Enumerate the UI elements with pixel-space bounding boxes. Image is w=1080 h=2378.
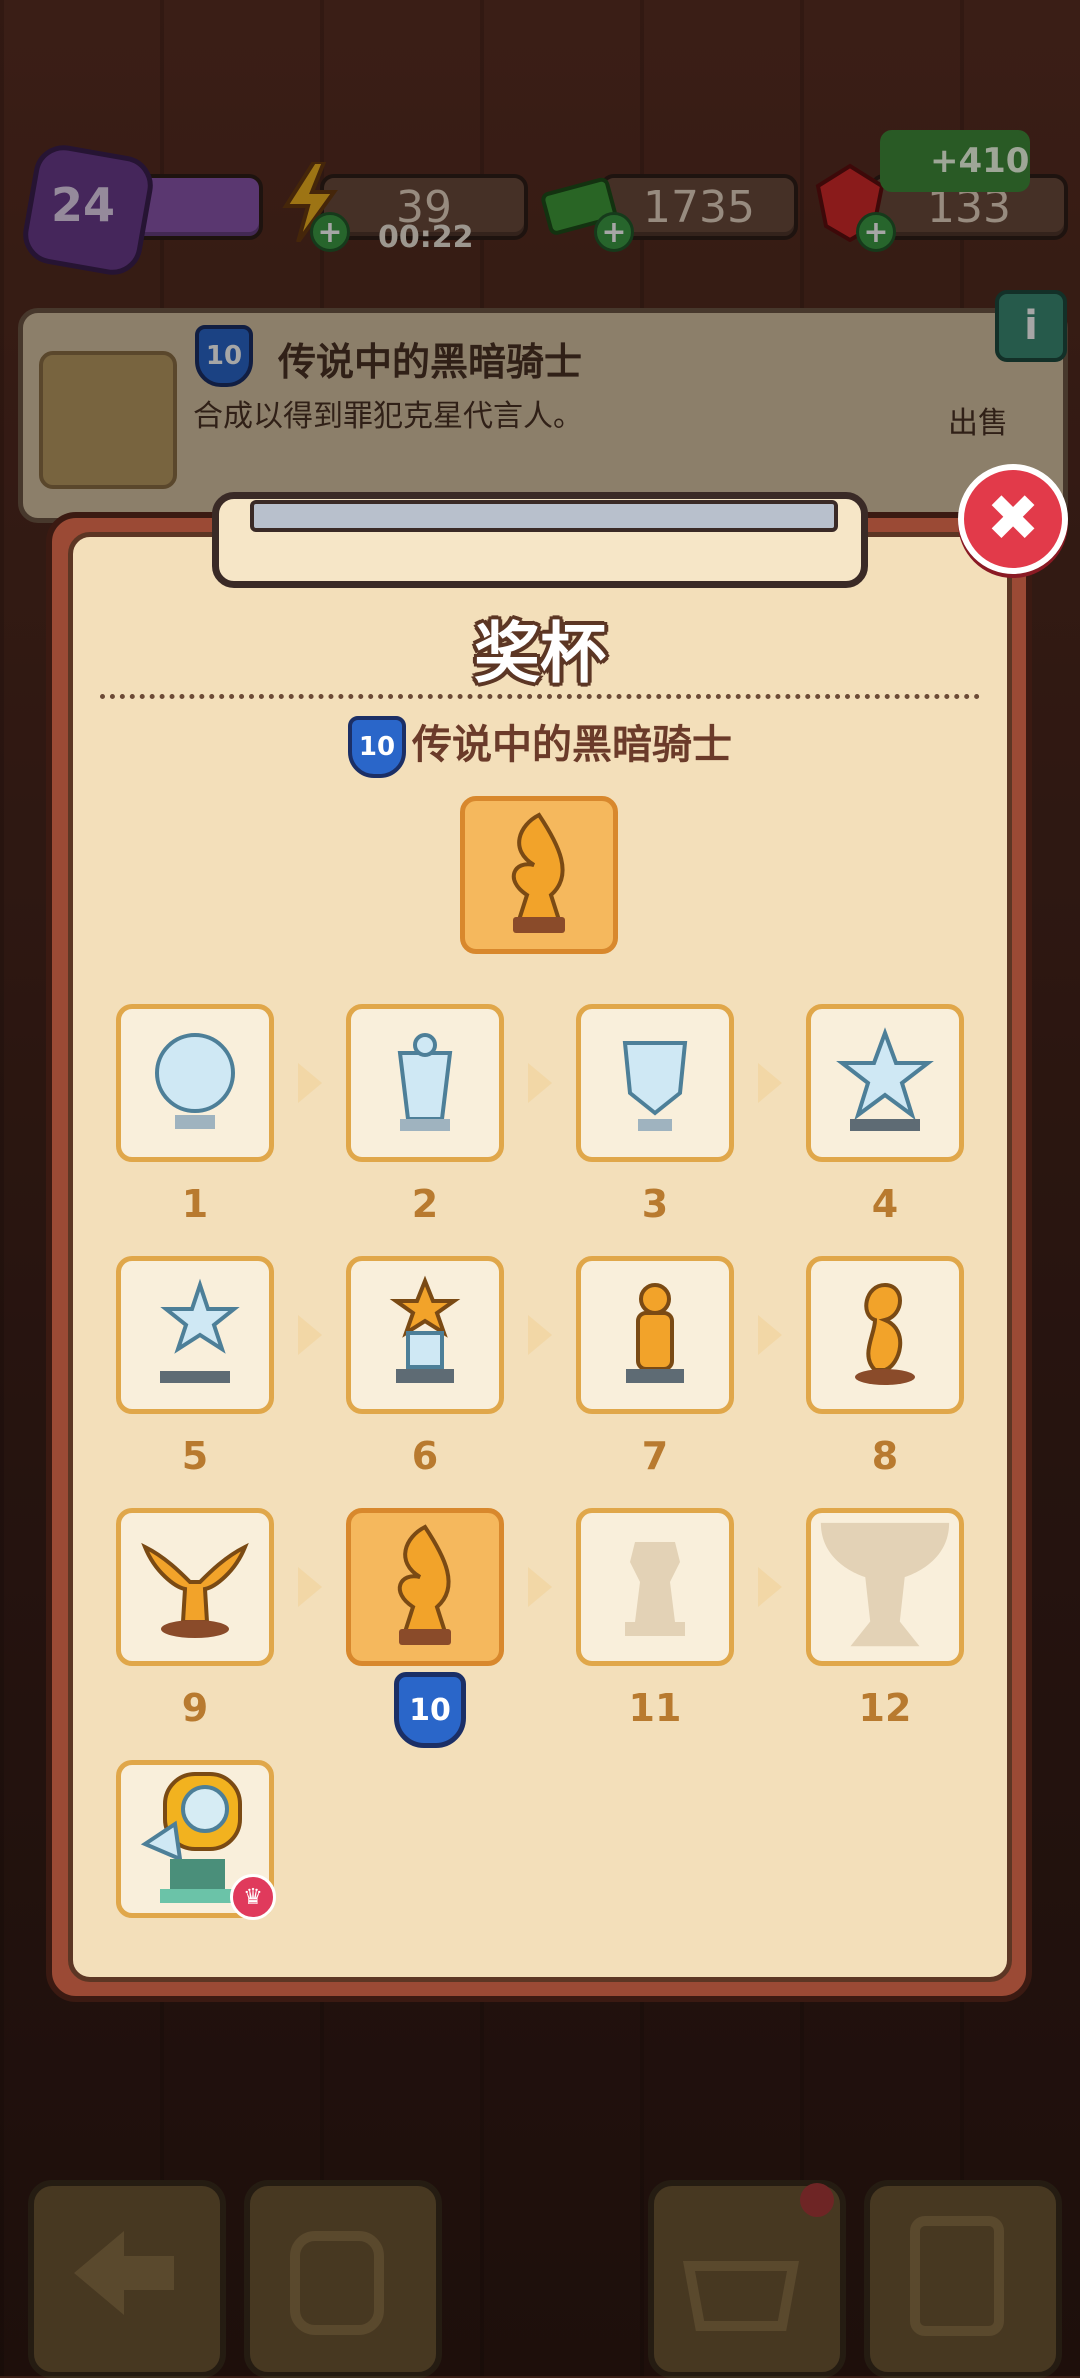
crystal-tablet-trophy-icon (397, 1033, 453, 1131)
trophy-slot-4[interactable] (806, 1004, 964, 1162)
clipboard-clip-bar (250, 500, 838, 532)
trophy-number-4: 4 (871, 1182, 899, 1226)
arrow-icon (298, 1315, 322, 1355)
arrow-icon (758, 1315, 782, 1355)
subtitle-level-shield: 10 (348, 716, 406, 778)
trophy-number-9: 9 (181, 1686, 209, 1730)
arrow-icon (528, 1063, 552, 1103)
trophy-number-1: 1 (181, 1182, 209, 1226)
trophy-slot-6[interactable] (346, 1256, 504, 1414)
close-button[interactable]: ✖ (958, 464, 1068, 574)
trophy-slot-9[interactable] (116, 1508, 274, 1666)
subtitle-text: 传说中的黑暗骑士 (412, 722, 732, 768)
crystal-shooting-star-trophy-icon (160, 1278, 240, 1383)
panel-subtitle: 10 传说中的黑暗骑士 (0, 712, 1080, 778)
trophy-number-2: 2 (411, 1182, 439, 1226)
locked-trophy-silhouette-icon (625, 1542, 685, 1636)
trophy-slot-12-locked[interactable] (806, 1508, 964, 1666)
trophy-number-7: 7 (641, 1434, 669, 1478)
crystal-shield-trophy-icon (622, 1041, 688, 1131)
arrow-icon (758, 1063, 782, 1103)
crystal-star-trophy-icon (836, 1027, 934, 1131)
trophy-slot-7[interactable] (576, 1256, 734, 1414)
trophy-slot-10-current[interactable] (346, 1508, 504, 1666)
trophy-number-12: 12 (858, 1686, 912, 1730)
gold-figure-trophy-icon (626, 1283, 684, 1383)
trophy-number-3: 3 (641, 1182, 669, 1226)
arrow-icon (298, 1567, 322, 1607)
trophy-number-8: 8 (871, 1434, 899, 1478)
crystal-orb-trophy-icon (155, 1033, 235, 1129)
panel-title: 奖杯 (474, 615, 606, 692)
gold-star-crystal-trophy-icon (389, 1275, 461, 1383)
arrow-icon (758, 1567, 782, 1607)
arrow-icon (528, 1567, 552, 1607)
winged-trophy-icon (397, 1524, 451, 1645)
trophy-number-5: 5 (181, 1434, 209, 1478)
trophy-slot-11-locked[interactable] (576, 1508, 734, 1666)
winged-trophy-icon (511, 812, 565, 933)
trophy-number-11: 11 (628, 1686, 682, 1730)
gold-abstract-trophy-icon (855, 1282, 915, 1385)
trophy-slot-2[interactable] (346, 1004, 504, 1162)
trophy-slot-5[interactable] (116, 1256, 274, 1414)
arrow-icon (298, 1063, 322, 1103)
trophy-number-6: 6 (411, 1434, 439, 1478)
locked-cup-silhouette-icon (820, 1522, 950, 1647)
trophy-slot-1[interactable] (116, 1004, 274, 1162)
current-level-shield: 10 (394, 1672, 466, 1748)
crown-icon: ♛ (230, 1874, 276, 1920)
gold-winged-victory-trophy-icon (141, 1542, 249, 1638)
arrow-icon (528, 1315, 552, 1355)
featured-trophy-slot[interactable] (460, 796, 618, 954)
trophy-slot-8[interactable] (806, 1256, 964, 1414)
title-divider (100, 694, 980, 699)
trophy-slot-3[interactable] (576, 1004, 734, 1162)
